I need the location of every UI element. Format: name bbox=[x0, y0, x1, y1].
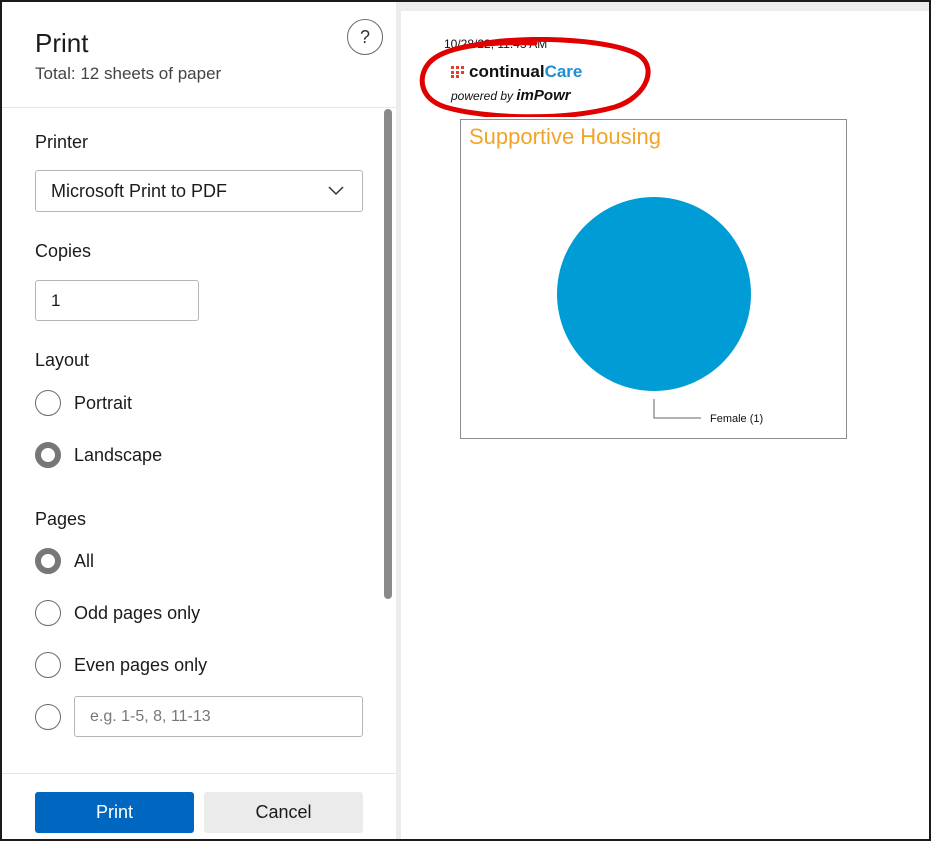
scrollbar-thumb[interactable] bbox=[384, 109, 392, 599]
settings-scroll-area: Printer Microsoft Print to PDF Copies 1 … bbox=[2, 109, 396, 773]
chevron-down-icon bbox=[328, 186, 344, 196]
cancel-button[interactable]: Cancel bbox=[204, 792, 363, 833]
print-settings-panel: Print Total: 12 sheets of paper ? Printe… bbox=[2, 2, 396, 839]
copies-label: Copies bbox=[35, 241, 92, 261]
pie-chart-panel: Supportive Housing Female (1) bbox=[460, 119, 847, 439]
pie-chart: Female (1) bbox=[557, 197, 763, 425]
layout-label: Layout bbox=[35, 350, 90, 370]
radio-label: All bbox=[74, 550, 95, 571]
radio-label: Even pages only bbox=[74, 654, 208, 675]
pie-slice-female bbox=[557, 197, 751, 391]
copies-input[interactable]: 1 bbox=[35, 280, 199, 321]
help-icon: ? bbox=[359, 26, 370, 47]
radio-label: Landscape bbox=[74, 444, 163, 465]
radio-label: Portrait bbox=[74, 392, 133, 413]
dialog-title: Print bbox=[35, 28, 89, 58]
red-circle-annotation bbox=[419, 37, 651, 117]
help-button[interactable]: ? bbox=[347, 19, 383, 55]
radio-button[interactable] bbox=[35, 390, 61, 416]
pie-leader-line bbox=[653, 399, 701, 419]
panel-header: Print Total: 12 sheets of paper ? bbox=[2, 2, 396, 108]
radio-button-checked[interactable] bbox=[35, 442, 61, 468]
layout-option-portrait[interactable]: Portrait bbox=[35, 389, 132, 417]
pages-option-odd[interactable]: Odd pages only bbox=[35, 599, 200, 627]
pages-label: Pages bbox=[35, 509, 87, 529]
printer-selected-value: Microsoft Print to PDF bbox=[51, 180, 228, 201]
pages-option-even[interactable]: Even pages only bbox=[35, 651, 207, 679]
dialog-footer: Print Cancel bbox=[2, 773, 396, 839]
pages-option-all[interactable]: All bbox=[35, 547, 94, 575]
printer-select[interactable]: Microsoft Print to PDF bbox=[35, 170, 363, 212]
radio-button[interactable] bbox=[35, 652, 61, 678]
print-preview-page: 10/28/22, 11:43 AM continual Care powered… bbox=[401, 11, 929, 839]
print-button[interactable]: Print bbox=[35, 792, 194, 833]
copies-value: 1 bbox=[51, 290, 61, 310]
layout-option-landscape[interactable]: Landscape bbox=[35, 441, 162, 469]
custom-pages-placeholder: e.g. 1-5, 8, 11-13 bbox=[90, 707, 211, 725]
printer-label: Printer bbox=[35, 132, 89, 152]
print-dialog: Print Total: 12 sheets of paper ? Printe… bbox=[0, 0, 931, 841]
pie-data-label: Female (1) bbox=[710, 413, 763, 425]
custom-pages-input[interactable]: e.g. 1-5, 8, 11-13 bbox=[74, 696, 363, 737]
radio-button[interactable] bbox=[35, 600, 61, 626]
pages-option-custom[interactable] bbox=[35, 703, 61, 731]
radio-button[interactable] bbox=[35, 704, 61, 730]
radio-label: Odd pages only bbox=[74, 602, 201, 623]
sheet-count: Total: 12 sheets of paper bbox=[35, 64, 222, 83]
radio-button-checked[interactable] bbox=[35, 548, 61, 574]
preview-top-strip bbox=[401, 2, 929, 11]
